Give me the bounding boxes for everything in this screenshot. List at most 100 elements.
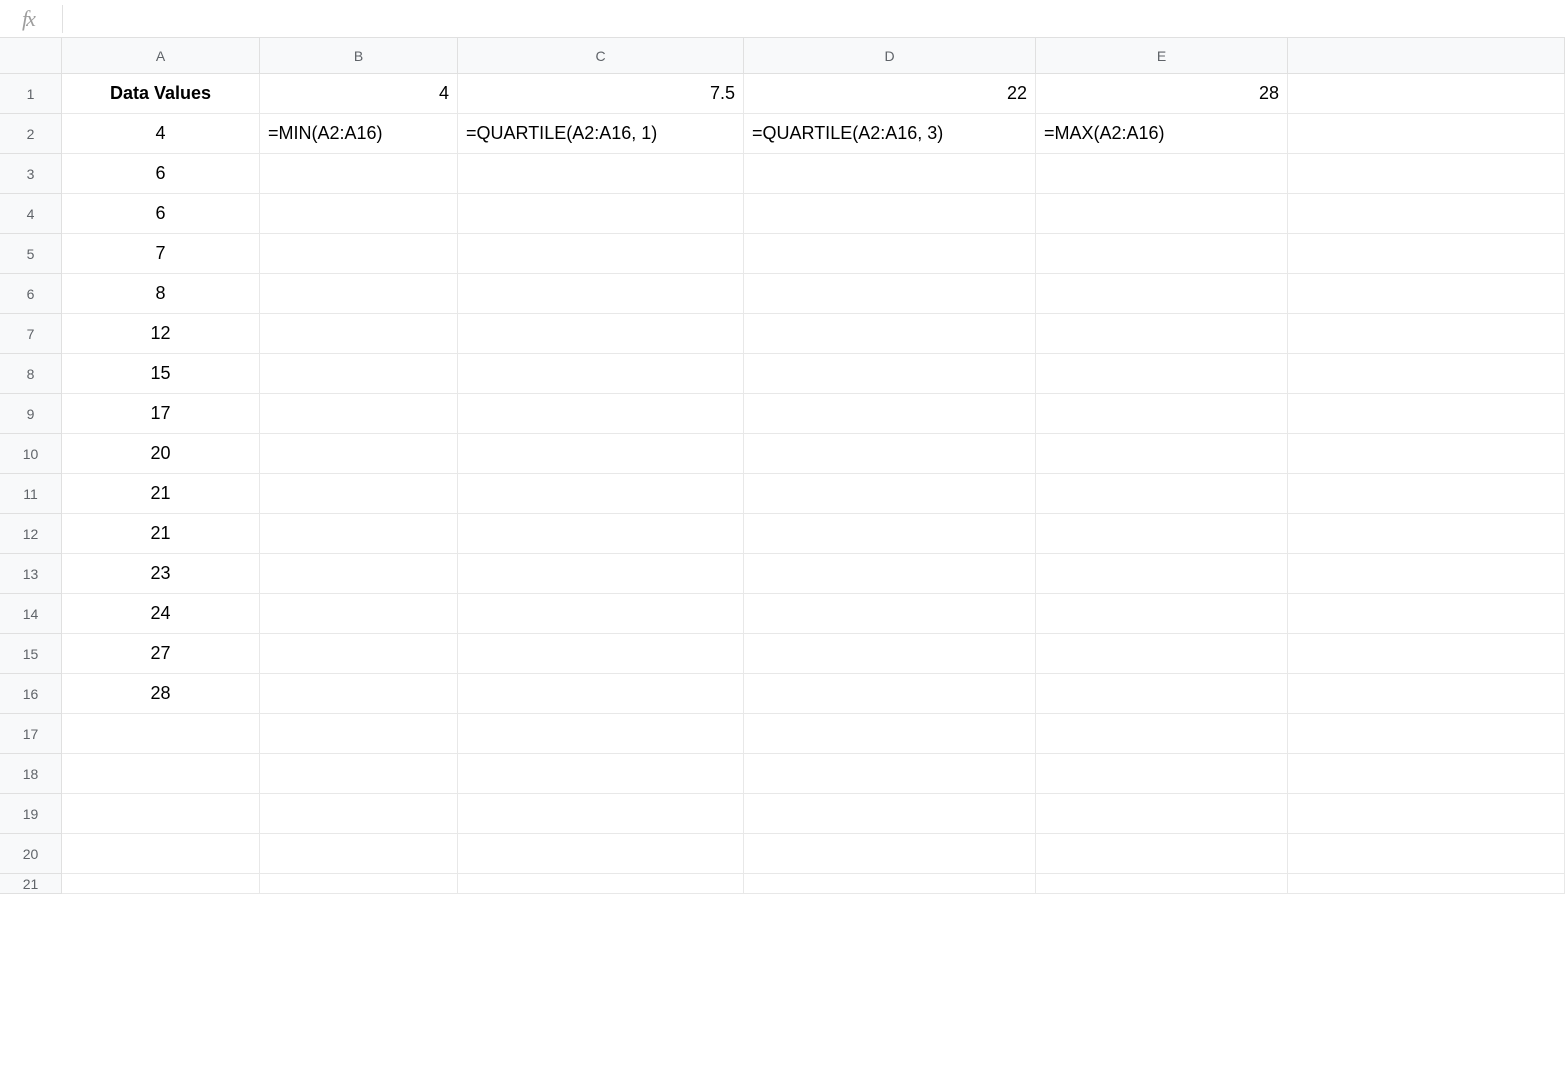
formula-input[interactable] [73, 0, 1565, 37]
cell-B9[interactable] [260, 394, 458, 434]
cell-A18[interactable] [62, 754, 260, 794]
cell-A13[interactable]: 23 [62, 554, 260, 594]
row-header[interactable]: 14 [0, 594, 62, 634]
cell-D7[interactable] [744, 314, 1036, 354]
cell-extra[interactable] [1288, 114, 1565, 154]
column-header-b[interactable]: B [260, 38, 458, 74]
cell-E19[interactable] [1036, 794, 1288, 834]
cell-B19[interactable] [260, 794, 458, 834]
cell-extra[interactable] [1288, 194, 1565, 234]
row-header[interactable]: 6 [0, 274, 62, 314]
row-header[interactable]: 9 [0, 394, 62, 434]
cell-B2[interactable]: =MIN(A2:A16) [260, 114, 458, 154]
cell-E9[interactable] [1036, 394, 1288, 434]
cell-E6[interactable] [1036, 274, 1288, 314]
column-header-e[interactable]: E [1036, 38, 1288, 74]
row-header[interactable]: 11 [0, 474, 62, 514]
cell-C5[interactable] [458, 234, 744, 274]
cell-extra[interactable] [1288, 794, 1565, 834]
cell-E8[interactable] [1036, 354, 1288, 394]
cell-E11[interactable] [1036, 474, 1288, 514]
cell-B15[interactable] [260, 634, 458, 674]
cell-A17[interactable] [62, 714, 260, 754]
cell-C13[interactable] [458, 554, 744, 594]
cell-A15[interactable]: 27 [62, 634, 260, 674]
cell-extra[interactable] [1288, 834, 1565, 874]
row-header[interactable]: 19 [0, 794, 62, 834]
cell-B20[interactable] [260, 834, 458, 874]
cell-D1[interactable]: 22 [744, 74, 1036, 114]
cell-B14[interactable] [260, 594, 458, 634]
cell-D13[interactable] [744, 554, 1036, 594]
cell-E20[interactable] [1036, 834, 1288, 874]
cell-C1[interactable]: 7.5 [458, 74, 744, 114]
cell-extra[interactable] [1288, 74, 1565, 114]
cell-D10[interactable] [744, 434, 1036, 474]
row-header[interactable]: 8 [0, 354, 62, 394]
cell-extra[interactable] [1288, 154, 1565, 194]
cell-E7[interactable] [1036, 314, 1288, 354]
cell-extra[interactable] [1288, 754, 1565, 794]
cell-C15[interactable] [458, 634, 744, 674]
cell-C9[interactable] [458, 394, 744, 434]
cell-extra[interactable] [1288, 274, 1565, 314]
select-all-corner[interactable] [0, 38, 62, 74]
cell-E4[interactable] [1036, 194, 1288, 234]
cell-D11[interactable] [744, 474, 1036, 514]
cell-B13[interactable] [260, 554, 458, 594]
cell-D21[interactable] [744, 874, 1036, 894]
cell-E1[interactable]: 28 [1036, 74, 1288, 114]
cell-A16[interactable]: 28 [62, 674, 260, 714]
row-header[interactable]: 10 [0, 434, 62, 474]
row-header[interactable]: 4 [0, 194, 62, 234]
cell-extra[interactable] [1288, 474, 1565, 514]
cell-D12[interactable] [744, 514, 1036, 554]
cell-A4[interactable]: 6 [62, 194, 260, 234]
cell-B5[interactable] [260, 234, 458, 274]
cell-extra[interactable] [1288, 674, 1565, 714]
cell-B17[interactable] [260, 714, 458, 754]
row-header[interactable]: 12 [0, 514, 62, 554]
cell-A20[interactable] [62, 834, 260, 874]
cell-C8[interactable] [458, 354, 744, 394]
cell-D2[interactable]: =QUARTILE(A2:A16, 3) [744, 114, 1036, 154]
cell-A1[interactable]: Data Values [62, 74, 260, 114]
cell-extra[interactable] [1288, 234, 1565, 274]
column-header-d[interactable]: D [744, 38, 1036, 74]
cell-C17[interactable] [458, 714, 744, 754]
row-header[interactable]: 21 [0, 874, 62, 894]
cell-C20[interactable] [458, 834, 744, 874]
cell-C16[interactable] [458, 674, 744, 714]
cell-D19[interactable] [744, 794, 1036, 834]
cell-C14[interactable] [458, 594, 744, 634]
cell-D15[interactable] [744, 634, 1036, 674]
cell-A2[interactable]: 4 [62, 114, 260, 154]
cell-C7[interactable] [458, 314, 744, 354]
cell-B12[interactable] [260, 514, 458, 554]
cell-extra[interactable] [1288, 314, 1565, 354]
row-header[interactable]: 15 [0, 634, 62, 674]
cell-C2[interactable]: =QUARTILE(A2:A16, 1) [458, 114, 744, 154]
cell-C12[interactable] [458, 514, 744, 554]
row-header[interactable]: 2 [0, 114, 62, 154]
row-header[interactable]: 17 [0, 714, 62, 754]
cell-E2[interactable]: =MAX(A2:A16) [1036, 114, 1288, 154]
cell-A3[interactable]: 6 [62, 154, 260, 194]
cell-B16[interactable] [260, 674, 458, 714]
cell-extra[interactable] [1288, 394, 1565, 434]
cell-B6[interactable] [260, 274, 458, 314]
cell-A7[interactable]: 12 [62, 314, 260, 354]
cell-B4[interactable] [260, 194, 458, 234]
cell-C18[interactable] [458, 754, 744, 794]
cell-C11[interactable] [458, 474, 744, 514]
row-header[interactable]: 7 [0, 314, 62, 354]
column-header-a[interactable]: A [62, 38, 260, 74]
cell-D18[interactable] [744, 754, 1036, 794]
row-header[interactable]: 1 [0, 74, 62, 114]
cell-A19[interactable] [62, 794, 260, 834]
cell-A8[interactable]: 15 [62, 354, 260, 394]
cell-D6[interactable] [744, 274, 1036, 314]
cell-D9[interactable] [744, 394, 1036, 434]
cell-A5[interactable]: 7 [62, 234, 260, 274]
cell-D3[interactable] [744, 154, 1036, 194]
